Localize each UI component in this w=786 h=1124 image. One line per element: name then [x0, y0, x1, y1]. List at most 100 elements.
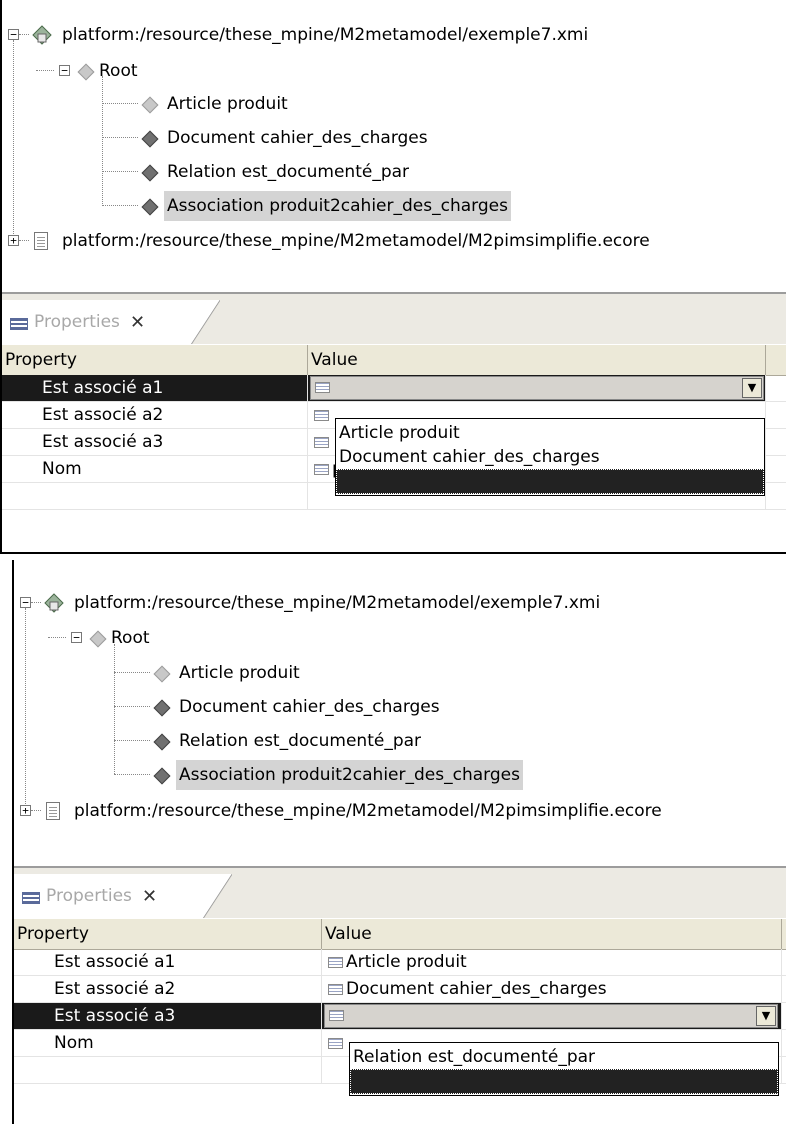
tree-connector	[114, 706, 150, 707]
tab-properties[interactable]: Properties ✕	[14, 874, 232, 920]
tree-node-label: Relation est_documenté_par	[179, 731, 422, 751]
tab-label: Properties	[34, 312, 120, 332]
tree-connector	[19, 240, 29, 241]
eobject-icon	[89, 630, 107, 648]
close-icon[interactable]: ✕	[130, 312, 145, 333]
chevron-down-icon[interactable]: ▼	[756, 1006, 776, 1026]
resource-tree: − platform:/resource/these_mpine/M2metam…	[14, 560, 786, 850]
property-cell: Est associé a3	[14, 1003, 322, 1029]
property-cell: Est associé a1	[2, 375, 308, 401]
property-cell: Est associé a2	[14, 976, 322, 1002]
column-header-value[interactable]: Value	[308, 345, 766, 375]
tree-connector	[114, 740, 150, 741]
eobject-icon	[77, 63, 95, 81]
table-header: Property Value	[2, 344, 786, 376]
tree-connector	[36, 70, 54, 71]
tab-label: Properties	[46, 886, 132, 906]
value-icon	[315, 382, 330, 393]
tree-node-label: Article produit	[167, 94, 288, 114]
eobject-icon	[141, 130, 159, 148]
tab-properties[interactable]: Properties ✕	[2, 300, 220, 346]
dropdown-option-empty[interactable]	[350, 1069, 778, 1094]
tree-node-label: Association produit2cahier_des_charges	[164, 191, 511, 221]
property-cell: Est associé a1	[14, 949, 322, 975]
table-header: Property Value	[14, 918, 786, 950]
property-cell	[14, 1057, 322, 1083]
value-icon	[314, 437, 329, 448]
collapse-icon[interactable]: −	[71, 632, 82, 643]
value-icon	[328, 957, 343, 968]
column-header-property[interactable]: Property	[14, 919, 322, 949]
tree-connector	[31, 810, 41, 811]
tree-node-label: Root	[99, 61, 138, 81]
eobject-icon	[153, 733, 171, 751]
value-icon	[329, 1010, 344, 1021]
column-header-property[interactable]: Property	[2, 345, 308, 375]
tree-node-label: Relation est_documenté_par	[167, 162, 410, 182]
tree-connector	[48, 637, 66, 638]
tree-connector	[13, 40, 14, 242]
tree-node-label: platform:/resource/these_mpine/M2metamod…	[74, 593, 601, 613]
expand-icon[interactable]: +	[8, 235, 19, 246]
tree-node-label: platform:/resource/these_mpine/M2metamod…	[74, 801, 662, 821]
eobject-icon	[153, 767, 171, 785]
eobject-icon	[153, 665, 171, 683]
property-cell: Nom	[14, 1030, 322, 1056]
property-cell	[2, 483, 308, 509]
tree-connector	[114, 774, 150, 775]
tree-connector	[114, 644, 115, 774]
tree-node-label: Article produit	[179, 663, 300, 683]
eobject-icon	[153, 699, 171, 717]
dropdown-option[interactable]: Relation est_documenté_par	[350, 1045, 778, 1069]
eobject-icon	[141, 164, 159, 182]
xmi-resource-icon	[32, 25, 52, 45]
chevron-down-icon[interactable]: ▼	[742, 378, 762, 398]
tree-connector	[102, 76, 103, 204]
tree-connector	[102, 205, 138, 206]
tree-node-label: Root	[111, 628, 150, 648]
tree-connector	[102, 137, 138, 138]
eobject-icon	[141, 198, 159, 216]
value-icon	[314, 410, 329, 421]
value-cell[interactable]: Document cahier_des_charges	[322, 976, 782, 1002]
dropdown-option[interactable]: Document cahier_des_charges	[336, 445, 764, 469]
value-cell[interactable]: Article produit	[322, 949, 782, 975]
file-icon	[34, 232, 48, 250]
resource-tree: − platform:/resource/these_mpine/M2metam…	[2, 0, 786, 290]
value-dropdown-list: Article produit Document cahier_des_char…	[335, 418, 765, 496]
dropdown-option-empty[interactable]	[336, 469, 764, 494]
properties-table: Property Value Est associé a1 Est associ…	[2, 344, 786, 552]
table-row[interactable]: Est associé a1 Article produit	[14, 949, 786, 976]
dropdown-option[interactable]: Article produit	[336, 421, 764, 445]
close-icon[interactable]: ✕	[142, 886, 157, 907]
properties-icon	[10, 318, 28, 330]
eobject-icon	[141, 96, 159, 114]
tree-connector	[25, 608, 26, 810]
property-cell: Est associé a3	[2, 429, 308, 455]
table-row[interactable]: Est associé a2 Document cahier_des_charg…	[14, 976, 786, 1003]
collapse-icon[interactable]: −	[59, 65, 70, 76]
tree-node-label: Document cahier_des_charges	[167, 128, 428, 148]
collapse-icon[interactable]: −	[8, 29, 19, 40]
properties-table: Property Value Est associé a1 Article pr…	[14, 918, 786, 1124]
properties-icon	[22, 892, 40, 904]
value-icon	[314, 464, 329, 475]
property-cell: Est associé a2	[2, 402, 308, 428]
value-text: Article produit	[346, 952, 467, 972]
value-icon	[328, 984, 343, 995]
value-combo[interactable]: ▼	[310, 376, 764, 400]
value-text: Document cahier_des_charges	[346, 979, 607, 999]
collapse-icon[interactable]: −	[20, 597, 31, 608]
value-dropdown-list: Relation est_documenté_par	[349, 1042, 779, 1096]
properties-tabbar: Properties ✕	[14, 866, 786, 920]
tree-connector	[102, 103, 138, 104]
tree-connector	[102, 171, 138, 172]
xmi-resource-icon	[44, 593, 64, 613]
value-icon	[328, 1038, 343, 1049]
tree-connector	[31, 602, 41, 603]
expand-icon[interactable]: +	[20, 805, 31, 816]
value-combo[interactable]: ▼	[324, 1004, 778, 1028]
tree-node-label: Document cahier_des_charges	[179, 697, 440, 717]
tree-connector	[19, 34, 29, 35]
column-header-value[interactable]: Value	[322, 919, 782, 949]
